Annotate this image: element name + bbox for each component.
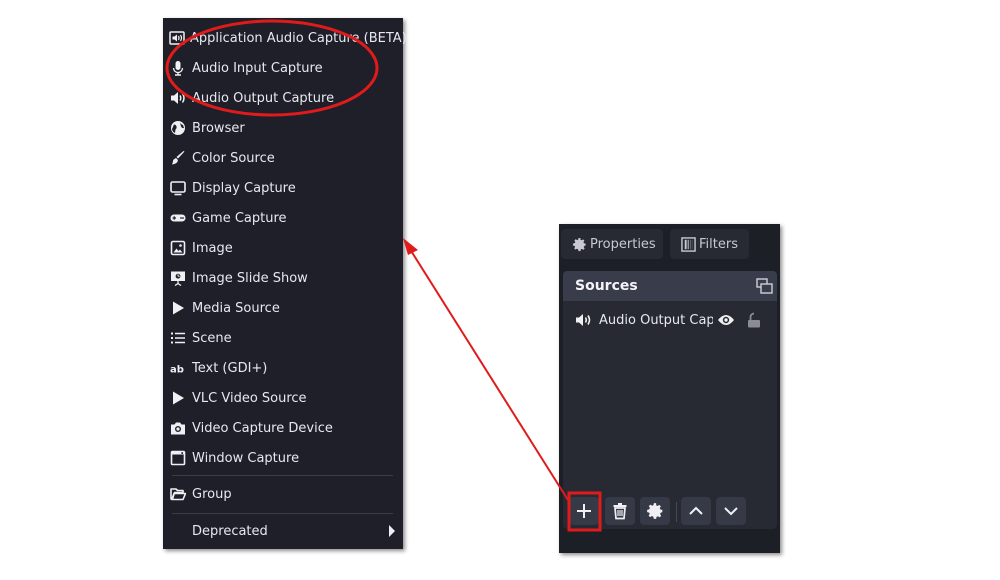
menu-item-group[interactable]: Group [163, 479, 403, 509]
toolbar-separator [676, 502, 677, 522]
menu-item-deprecated[interactable]: Deprecated [163, 516, 403, 546]
menu-item-label: Window Capture [192, 450, 300, 466]
menu-item-label: Image [192, 240, 233, 256]
tab-label: Properties [590, 236, 656, 252]
menu-item-label: Audio Input Capture [192, 60, 323, 76]
menu-item-text-gdi[interactable]: ab Text (GDI+) [163, 353, 403, 383]
chevron-up-icon [689, 506, 703, 515]
add-source-button[interactable] [569, 497, 599, 525]
menu-item-browser[interactable]: Browser [163, 113, 403, 143]
remove-source-button[interactable] [605, 497, 635, 525]
text-icon: ab [169, 359, 187, 377]
gear-icon [572, 237, 586, 251]
globe-icon [169, 119, 187, 137]
menu-item-label: Media Source [192, 300, 280, 316]
tab-label: Filters [699, 236, 738, 252]
source-name: Audio Output Capt [599, 312, 713, 328]
menu-item-color-source[interactable]: Color Source [163, 143, 403, 173]
menu-item-window-capture[interactable]: Window Capture [163, 443, 403, 473]
annotation-arrow-line [407, 245, 569, 501]
menu-item-scene[interactable]: Scene [163, 323, 403, 353]
svg-text:ab: ab [170, 365, 184, 376]
microphone-icon [169, 59, 187, 77]
folder-open-icon [169, 485, 187, 503]
sources-dock: Properties Filters Sources Audio Output … [559, 224, 780, 553]
monitor-icon [169, 179, 187, 197]
tab-properties[interactable]: Properties [561, 229, 663, 259]
source-properties-button[interactable] [640, 497, 670, 525]
speaker-icon [576, 314, 591, 326]
tab-filters[interactable]: Filters [670, 229, 749, 259]
menu-item-display-capture[interactable]: Display Capture [163, 173, 403, 203]
menu-item-vlc-video-source[interactable]: VLC Video Source [163, 383, 403, 413]
annotation-arrowhead [403, 238, 418, 255]
play-icon [169, 299, 187, 317]
plus-icon [577, 504, 591, 518]
menu-item-application-audio-capture-beta[interactable]: Application Audio Capture (BETA) [163, 23, 407, 53]
menu-separator [172, 513, 393, 514]
menu-item-label: Browser [192, 120, 245, 136]
unlock-icon[interactable] [747, 312, 761, 328]
source-list-item[interactable]: Audio Output Capt [563, 307, 777, 333]
speaker-icon [169, 89, 187, 107]
sources-panel: Sources Audio Output Capt [563, 271, 777, 529]
add-source-context-menu: Application Audio Capture (BETA) Audio In… [163, 18, 407, 549]
menu-item-image-slide-show[interactable]: Image Slide Show [163, 263, 403, 293]
camera-icon [169, 419, 187, 437]
menu-item-audio-output-capture[interactable]: Audio Output Capture [163, 83, 403, 113]
menu-item-label: VLC Video Source [192, 390, 307, 406]
menu-item-label: Scene [192, 330, 232, 346]
menu-item-label: Group [192, 486, 232, 502]
eye-icon[interactable] [717, 313, 735, 327]
window-icon [169, 449, 187, 467]
menu-item-label: Text (GDI+) [192, 360, 268, 376]
sources-toolbar [563, 494, 777, 529]
gear-icon [647, 503, 663, 519]
menu-item-media-source[interactable]: Media Source [163, 293, 403, 323]
menu-item-label: Deprecated [192, 523, 268, 539]
menu-item-video-capture-device[interactable]: Video Capture Device [163, 413, 403, 443]
move-down-button[interactable] [716, 497, 746, 525]
move-up-button[interactable] [681, 497, 711, 525]
menu-item-label: Audio Output Capture [192, 90, 335, 106]
play-icon [169, 389, 187, 407]
menu-item-label: Application Audio Capture (BETA) [190, 30, 407, 46]
annotation-overlay [165, 19, 602, 532]
menu-item-game-capture[interactable]: Game Capture [163, 203, 403, 233]
app-audio-icon [169, 29, 185, 47]
menu-item-label: Video Capture Device [192, 420, 333, 436]
menu-separator [172, 475, 393, 476]
filter-icon [681, 236, 696, 252]
menu-item-label: Color Source [192, 150, 275, 166]
list-icon [169, 329, 187, 347]
chevron-right-icon [389, 525, 395, 537]
menu-item-label: Display Capture [192, 180, 296, 196]
chevron-down-icon [724, 507, 738, 516]
menu-item-label: Image Slide Show [192, 270, 308, 286]
menu-item-image[interactable]: Image [163, 233, 403, 263]
image-icon [169, 239, 187, 257]
menu-item-audio-input-capture[interactable]: Audio Input Capture [163, 53, 403, 83]
slideshow-icon [169, 269, 187, 287]
undock-icon[interactable] [756, 278, 773, 294]
sources-header: Sources [563, 271, 777, 301]
gamepad-icon [169, 209, 187, 227]
trash-icon [613, 503, 627, 520]
sources-title: Sources [575, 278, 638, 294]
menu-item-label: Game Capture [192, 210, 287, 226]
paintbrush-icon [169, 149, 187, 167]
